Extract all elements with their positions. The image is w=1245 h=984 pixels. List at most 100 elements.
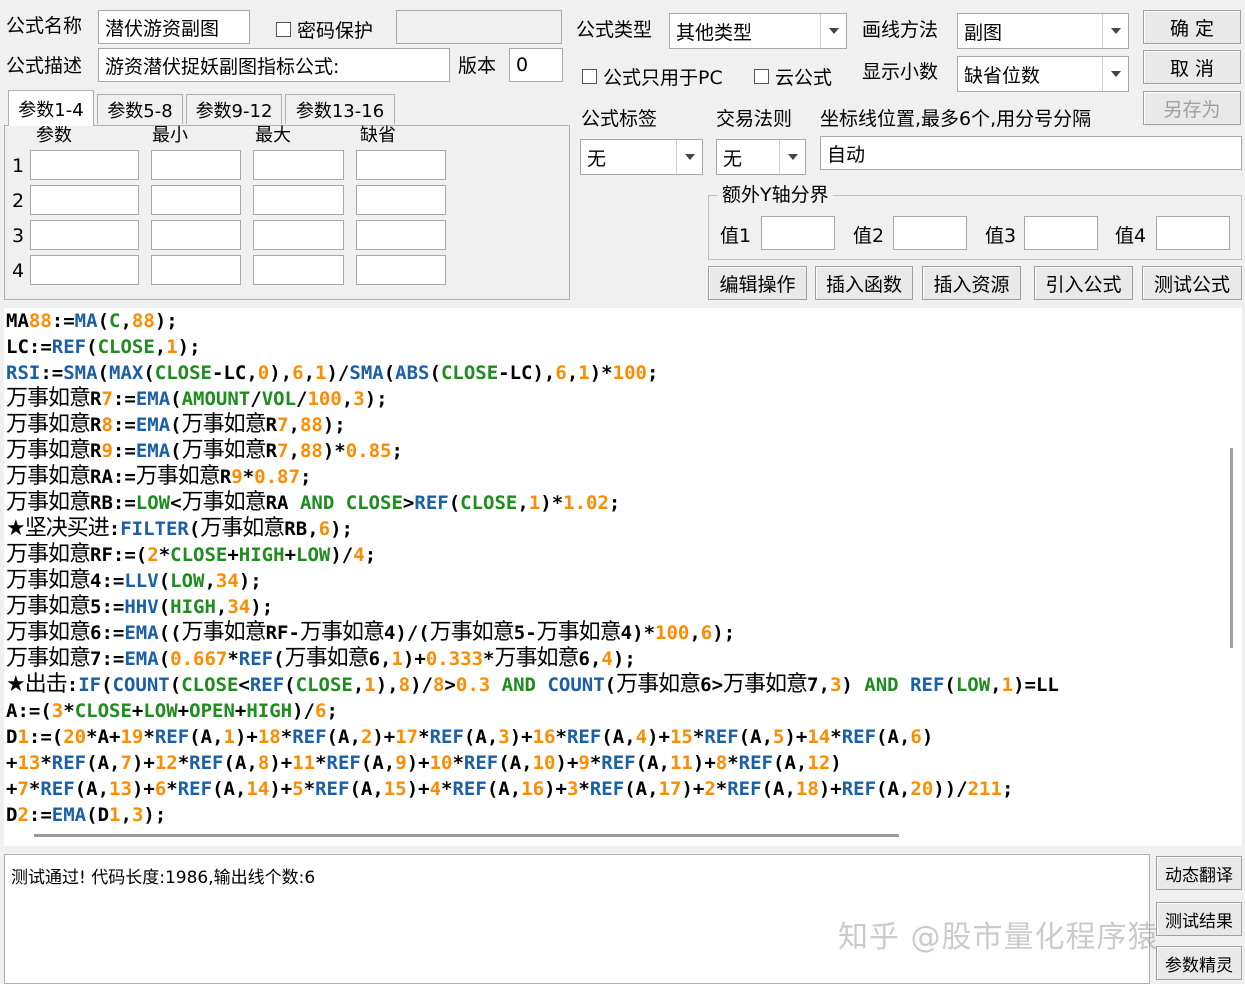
param-default-input[interactable] [356,220,446,250]
formula-name-label: 公式名称 [6,15,83,37]
chevron-down-icon[interactable] [676,140,702,174]
row-label-2: 2 [12,190,25,212]
draw-method-label: 画线方法 [862,19,939,41]
code-line: 万事如意RA:=万事如意R9*0.87; [6,464,312,489]
param-max-input[interactable] [253,220,344,250]
param-name-input[interactable] [30,255,139,285]
insert-resource-button[interactable]: 插入资源 [922,266,1021,300]
pc-only-checkbox[interactable]: 公式只用于PC [582,63,723,90]
code-line: 万事如意R9:=EMA(万事如意R7,88)*0.85; [6,438,403,463]
value4-label: 值4 [1115,225,1147,247]
value1-input[interactable] [761,216,835,250]
chevron-down-icon[interactable] [1102,14,1128,48]
param-default-input[interactable] [356,255,446,285]
col-header-default: 缺省 [360,125,396,146]
draw-method-value: 副图 [964,21,1003,44]
scroll-thumb[interactable] [34,834,899,837]
axis-position-input[interactable]: 自动 [820,136,1242,170]
import-formula-button[interactable]: 引入公式 [1034,266,1133,300]
code-line: MA88:=MA(C,88); [6,310,178,332]
param-name-input[interactable] [30,220,139,250]
code-line: LC:=REF(CLOSE,1); [6,336,201,358]
cloud-label: 云公式 [775,67,833,89]
code-line: ★坚决买进:FILTER(万事如意RB,6); [6,516,353,541]
code-line: 万事如意R8:=EMA(万事如意R7,88); [6,412,346,437]
value3-input[interactable] [1024,216,1098,250]
value4-input[interactable] [1156,216,1230,250]
password-checkbox-label: 密码保护 [297,20,374,42]
param-max-input[interactable] [253,255,344,285]
param-wizard-button[interactable]: 参数精灵 [1156,946,1242,980]
param-min-input[interactable] [151,220,241,250]
trade-rule-value: 无 [723,147,743,170]
horizontal-scrollbar[interactable] [4,828,1242,846]
test-formula-button[interactable]: 测试公式 [1142,266,1242,300]
code-line: +7*REF(A,13)+6*REF(A,14)+5*REF(A,15)+4*R… [6,778,1014,800]
code-line: 万事如意7:=EMA(0.667*REF(万事如意6,1)+0.333*万事如意… [6,646,636,671]
vertical-scrollbar[interactable] [1222,308,1242,828]
param-name-input[interactable] [30,185,139,215]
tab-params-9-12[interactable]: 参数9-12 [186,94,282,124]
chevron-down-icon[interactable] [1102,57,1128,91]
code-line: 万事如意6:=EMA((万事如意RF-万事如意4)/(万事如意5-万事如意4)*… [6,620,736,645]
version-input[interactable]: 0 [509,48,563,82]
param-default-input[interactable] [356,150,446,180]
code-line: 万事如意RF:=(2*CLOSE+HIGH+LOW)/4; [6,542,377,567]
password-input [396,10,562,44]
formula-tag-select[interactable]: 无 [580,139,703,175]
decimal-select[interactable]: 缺省位数 [957,56,1129,92]
password-checkbox-box[interactable] [276,22,291,37]
edit-operation-button[interactable]: 编辑操作 [708,266,807,300]
trade-rule-select[interactable]: 无 [716,139,806,175]
value2-input[interactable] [893,216,967,250]
version-label: 版本 [458,55,497,77]
param-min-input[interactable] [151,185,241,215]
ok-button[interactable]: 确 定 [1143,10,1241,44]
formula-desc-label: 公式描述 [6,55,83,77]
param-max-input[interactable] [253,185,344,215]
draw-method-select[interactable]: 副图 [957,13,1129,49]
code-line: 万事如意5:=HHV(HIGH,34); [6,594,274,619]
code-line: 万事如意R7:=EMA(AMOUNT/VOL/100,3); [6,386,388,411]
decimal-label: 显示小数 [862,61,939,83]
formula-type-value: 其他类型 [676,21,753,44]
col-header-min: 最小 [152,125,188,146]
code-line: 万事如意4:=LLV(LOW,34); [6,568,262,593]
param-name-input[interactable] [30,150,139,180]
col-header-param: 参数 [36,125,72,146]
dynamic-translate-button[interactable]: 动态翻译 [1156,856,1242,890]
value3-label: 值3 [985,225,1017,247]
param-max-input[interactable] [253,150,344,180]
decimal-value: 缺省位数 [964,64,1041,87]
formula-name-input[interactable]: 潜伏游资副图 [98,10,250,44]
chevron-down-icon[interactable] [820,14,846,48]
save-as-button[interactable]: 另存为 [1143,91,1241,125]
formula-tag-value: 无 [587,147,607,170]
code-line: D1:=(20*A+19*REF(A,1)+18*REF(A,2)+17*REF… [6,726,934,748]
param-default-input[interactable] [356,185,446,215]
formula-type-select[interactable]: 其他类型 [669,13,847,49]
param-min-input[interactable] [151,150,241,180]
test-result-button[interactable]: 测试结果 [1156,902,1242,936]
password-checkbox[interactable]: 密码保护 [276,16,373,43]
tab-params-1-4[interactable]: 参数1-4 [8,90,94,126]
pc-only-checkbox-box[interactable] [582,69,597,84]
value1-label: 值1 [720,225,752,247]
cloud-checkbox[interactable]: 云公式 [754,63,832,90]
scroll-thumb[interactable] [1230,448,1233,648]
param-min-input[interactable] [151,255,241,285]
row-label-4: 4 [12,260,25,282]
cancel-button[interactable]: 取 消 [1143,50,1241,84]
cloud-checkbox-box[interactable] [754,69,769,84]
pc-only-label: 公式只用于PC [603,67,723,89]
tab-params-5-8[interactable]: 参数5-8 [97,94,183,124]
code-line: +13*REF(A,7)+12*REF(A,8)+11*REF(A,9)+10*… [6,752,842,774]
col-header-max: 最大 [255,125,291,146]
code-line: D2:=EMA(D1,3); [6,804,167,826]
chevron-down-icon[interactable] [779,140,805,174]
formula-desc-input[interactable]: 游资潜伏捉妖副图指标公式: [98,48,450,82]
code-line: RSI:=SMA(MAX(CLOSE-LC,0),6,1)/SMA(ABS(CL… [6,362,659,384]
tab-params-13-16[interactable]: 参数13-16 [285,94,395,124]
insert-function-button[interactable]: 插入函数 [815,266,913,300]
code-editor[interactable]: MA88:=MA(C,88); LC:=REF(CLOSE,1); RSI:=SMA… [4,308,1222,828]
